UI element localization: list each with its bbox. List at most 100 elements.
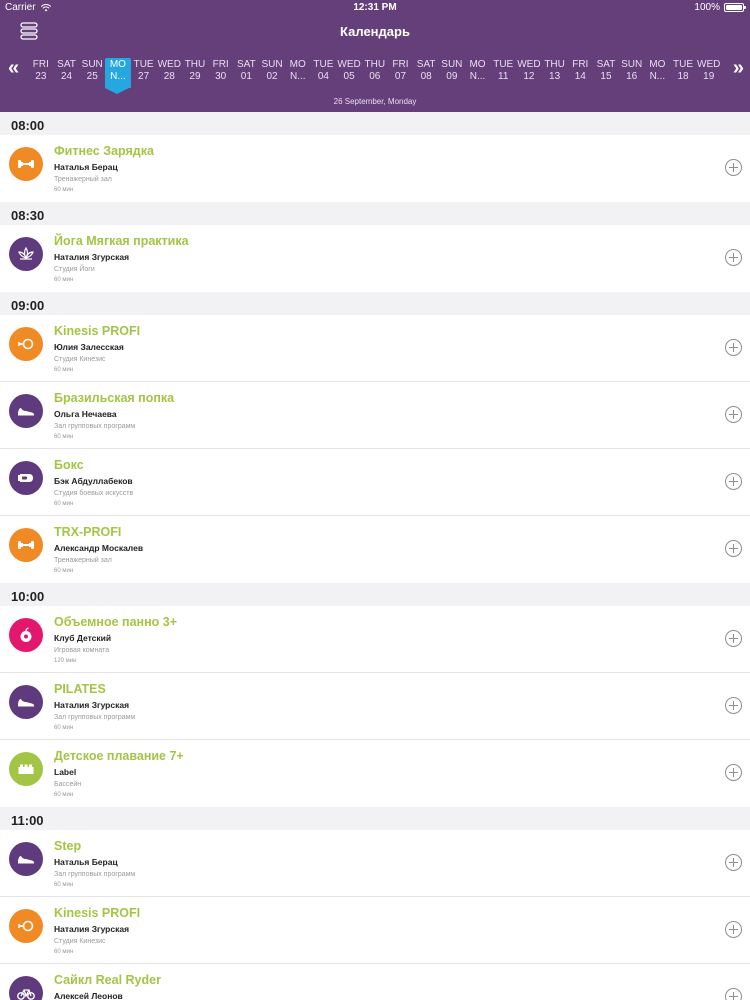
event-row[interactable]: Фитнес Зарядка Наталья Берац Тренажерный з… <box>0 135 750 202</box>
day-item[interactable]: SUN 02 <box>259 58 285 88</box>
day-item[interactable]: MO N... <box>645 58 671 88</box>
day-name: FRI <box>392 59 409 70</box>
status-battery: 100% <box>694 2 746 13</box>
day-name: TUE <box>133 59 154 70</box>
next-days-button[interactable]: » <box>733 58 744 78</box>
add-event-button[interactable] <box>725 630 742 647</box>
event-row[interactable]: Сайкл Real Ryder Алексей Леонов <box>0 964 750 1000</box>
day-item[interactable]: MO N... <box>465 58 491 88</box>
day-name: WED <box>157 59 181 70</box>
time-slot-header: 10:00 <box>0 583 750 606</box>
event-room: Тренажерный зал <box>54 176 112 183</box>
day-date: 18 <box>677 71 689 82</box>
add-event-button[interactable] <box>725 697 742 714</box>
day-item[interactable]: FRI 23 <box>28 58 54 88</box>
event-row[interactable]: PILATES Наталия Згурская Зал групповых про… <box>0 673 750 740</box>
event-trainer: Наталия Згурская <box>54 252 130 262</box>
event-row[interactable]: Объемное панно 3+ Клуб Детский Игровая ком… <box>0 606 750 673</box>
event-trainer: Наталия Згурская <box>54 700 130 710</box>
add-event-button[interactable] <box>725 473 742 490</box>
add-event-button[interactable] <box>725 854 742 871</box>
event-room: Бассейн <box>54 781 82 788</box>
day-item[interactable]: THU 06 <box>362 58 388 88</box>
day-name: SUN <box>621 59 643 70</box>
day-item[interactable]: TUE 18 <box>670 58 696 88</box>
day-date: 23 <box>35 71 47 82</box>
event-room: Тренажерный зал <box>54 557 112 564</box>
battery-icon <box>724 3 746 12</box>
event-row[interactable]: Бразильская попка Ольга Нечаева Зал группо… <box>0 382 750 449</box>
day-item[interactable]: TUE 04 <box>311 58 337 88</box>
day-name: WED <box>697 59 721 70</box>
day-item[interactable]: FRI 14 <box>567 58 593 88</box>
day-item[interactable]: TUE 27 <box>131 58 157 88</box>
day-item[interactable]: THU 13 <box>542 58 568 88</box>
day-name: TUE <box>673 59 694 70</box>
day-name: MO <box>469 59 486 70</box>
app-header: Carrier 12:31 PM 100% Календарь « FRI 23 S… <box>0 0 750 112</box>
event-title: PILATES <box>54 682 106 696</box>
battery-percent: 100% <box>694 2 720 13</box>
day-date: 12 <box>523 71 535 82</box>
day-item[interactable]: SUN 16 <box>619 58 645 88</box>
event-title: Kinesis PROFI <box>54 906 141 920</box>
event-row[interactable]: Kinesis PROFI Юлия Залесская Студия Кинези… <box>0 315 750 382</box>
kinesis-icon <box>9 327 43 361</box>
event-row[interactable]: Kinesis PROFI Наталия Згурская Студия Кине… <box>0 897 750 964</box>
event-trainer: Александр Москалев <box>54 543 144 553</box>
event-row[interactable]: Бокс Бэк Абдуллабеков Студия боевых искусс… <box>0 449 750 516</box>
day-selected[interactable]: MO N... <box>105 58 131 94</box>
kinesis-icon <box>9 909 43 943</box>
day-item[interactable]: THU 29 <box>182 58 208 88</box>
day-date: 11 <box>498 71 509 82</box>
event-row[interactable]: Детское плавание 7+ Label Бассейн 60 мин <box>0 740 750 807</box>
bicycle-icon <box>9 976 43 1000</box>
add-event-button[interactable] <box>725 540 742 557</box>
event-room: Зал групповых программ <box>54 714 136 721</box>
event-room: Студия Кинезис <box>54 356 106 363</box>
current-date-label: 26 September, Monday <box>333 97 417 106</box>
day-item[interactable]: WED 05 <box>336 58 362 88</box>
day-name: THU <box>364 59 386 70</box>
add-event-button[interactable] <box>725 159 742 176</box>
day-item[interactable]: TUE 11 <box>490 58 516 88</box>
day-date: N... <box>469 71 486 82</box>
add-event-button[interactable] <box>725 921 742 938</box>
day-item[interactable]: WED 19 <box>696 58 722 88</box>
day-item[interactable]: FRI 30 <box>208 58 234 88</box>
day-item[interactable]: SAT 24 <box>54 58 80 88</box>
day-date: 28 <box>163 71 175 82</box>
event-duration: 60 мин <box>54 434 74 440</box>
add-event-button[interactable] <box>725 406 742 423</box>
add-event-button[interactable] <box>725 988 742 1000</box>
day-item[interactable]: MO N... <box>285 58 311 88</box>
schedule-list[interactable]: 08:00 Фитнес Зарядка Наталья Берац Тренажер… <box>0 112 750 1000</box>
sneaker-icon <box>9 394 43 428</box>
day-date: N... <box>110 71 126 82</box>
event-room: Игровая комната <box>54 647 110 654</box>
add-event-button[interactable] <box>725 249 742 266</box>
day-item[interactable]: SUN 09 <box>439 58 465 88</box>
event-trainer: Наталья Берац <box>54 857 118 867</box>
day-item[interactable]: SAT 01 <box>234 58 260 88</box>
time-slot-header: 08:00 <box>0 112 750 135</box>
day-date: 29 <box>189 71 201 82</box>
event-duration: 60 мин <box>54 187 74 193</box>
event-title: Детское плавание 7+ <box>54 749 184 763</box>
day-item[interactable]: WED 28 <box>156 58 182 88</box>
add-event-button[interactable] <box>725 339 742 356</box>
day-item[interactable]: WED 12 <box>516 58 542 88</box>
day-item[interactable]: SAT 15 <box>593 58 619 88</box>
event-duration: 60 мин <box>54 792 74 798</box>
day-name: SUN <box>81 59 103 70</box>
prev-days-button[interactable]: « <box>8 58 19 78</box>
day-item[interactable]: SUN 25 <box>79 58 105 88</box>
add-event-button[interactable] <box>725 764 742 781</box>
event-row[interactable]: Йога Мягкая практика Наталия Згурская Студ… <box>0 225 750 292</box>
event-row[interactable]: Step Наталья Берац Зал групповых программ 6… <box>0 830 750 897</box>
day-item[interactable]: FRI 07 <box>388 58 414 88</box>
event-row[interactable]: TRX-PROFI Александр Москалев Тренажерный з… <box>0 516 750 583</box>
day-item[interactable]: SAT 08 <box>413 58 439 88</box>
event-room: Студия боевых искусств <box>54 490 134 497</box>
day-date: 25 <box>86 71 98 82</box>
